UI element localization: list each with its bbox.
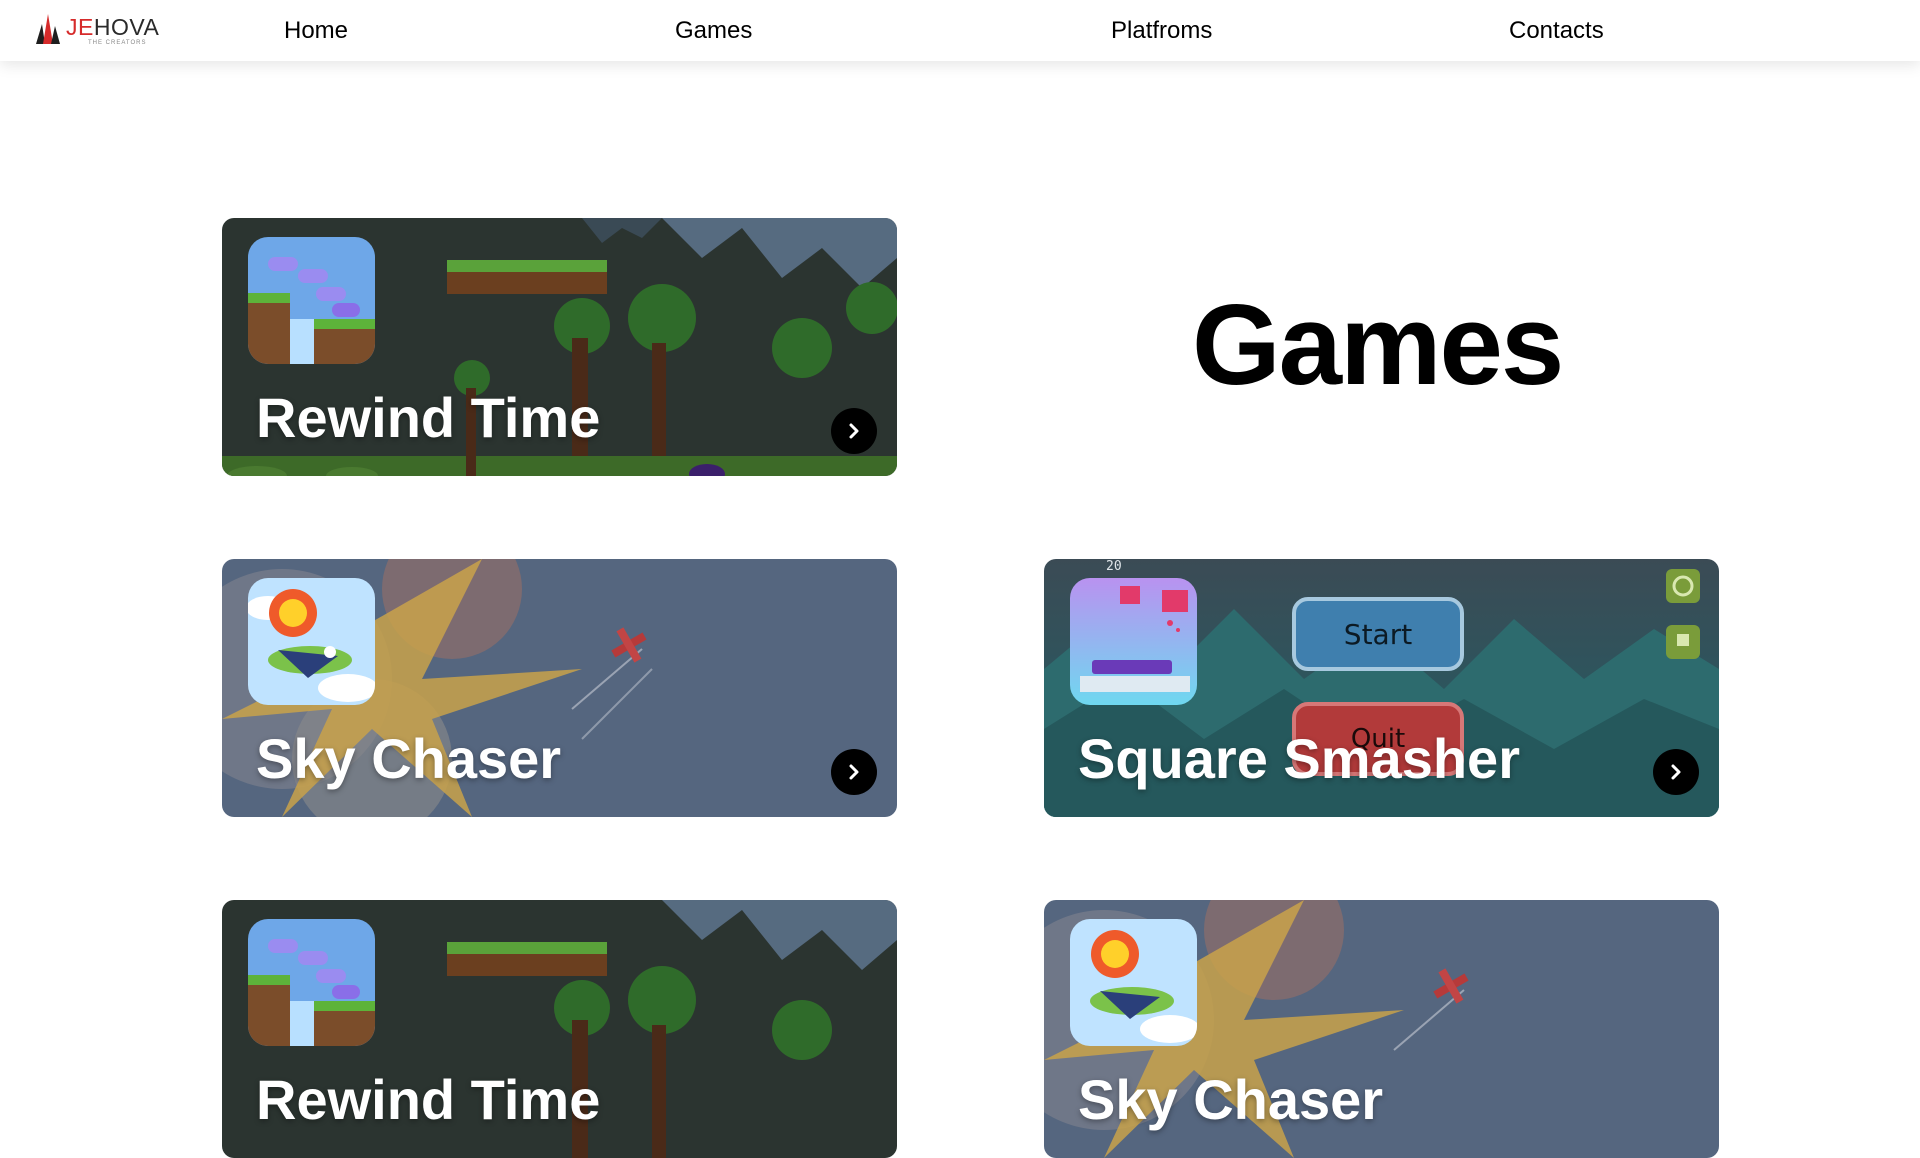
nav-link-games[interactable]: Games [675, 17, 752, 45]
game-card-square-smasher[interactable]: 20 Start Quit Square Smasher [1044, 559, 1719, 817]
preview-start-label: Start [1343, 617, 1413, 651]
game-title: Sky Chaser [1078, 1068, 1384, 1131]
game-card-rewind-time-2[interactable]: Rewind Time [222, 900, 897, 1158]
open-game-button[interactable] [831, 749, 877, 795]
game-card-sky-chaser-2[interactable]: Sky Chaser [1044, 900, 1719, 1158]
nav-link-contacts[interactable]: Contacts [1509, 17, 1604, 45]
game-icon-square-smasher [1070, 578, 1197, 705]
page-title: Games [1192, 282, 1564, 409]
game-card-rewind-time[interactable]: Rewind Time [222, 218, 897, 476]
nav-link-platforms[interactable]: Platfroms [1111, 17, 1212, 45]
brand-tagline: THE CREATORS [88, 40, 147, 46]
score-counter: 20 [1106, 559, 1122, 574]
game-icon-sky-chaser [248, 578, 375, 705]
brand-name: JEHOVA [66, 14, 160, 40]
game-title: Rewind Time [256, 1068, 601, 1131]
nav-link-home[interactable]: Home [284, 17, 348, 45]
chevron-right-icon [849, 423, 859, 439]
chevron-right-icon [1671, 764, 1681, 780]
open-game-button[interactable] [1653, 749, 1699, 795]
game-icon-sky-chaser [1070, 919, 1197, 1046]
game-icon-rewind-time [248, 919, 375, 1046]
game-title: Square Smasher [1078, 727, 1520, 790]
chevron-right-icon [849, 764, 859, 780]
game-title: Sky Chaser [256, 727, 562, 790]
top-navbar: JEHOVA THE CREATORS Home Games Platfroms… [0, 0, 1920, 61]
brand-logo[interactable]: JEHOVA THE CREATORS [34, 14, 159, 48]
open-game-button[interactable] [831, 408, 877, 454]
game-icon-rewind-time [248, 237, 375, 364]
game-card-sky-chaser[interactable]: Sky Chaser [222, 559, 897, 817]
logo-mark-icon [36, 14, 60, 44]
game-title: Rewind Time [256, 386, 601, 449]
